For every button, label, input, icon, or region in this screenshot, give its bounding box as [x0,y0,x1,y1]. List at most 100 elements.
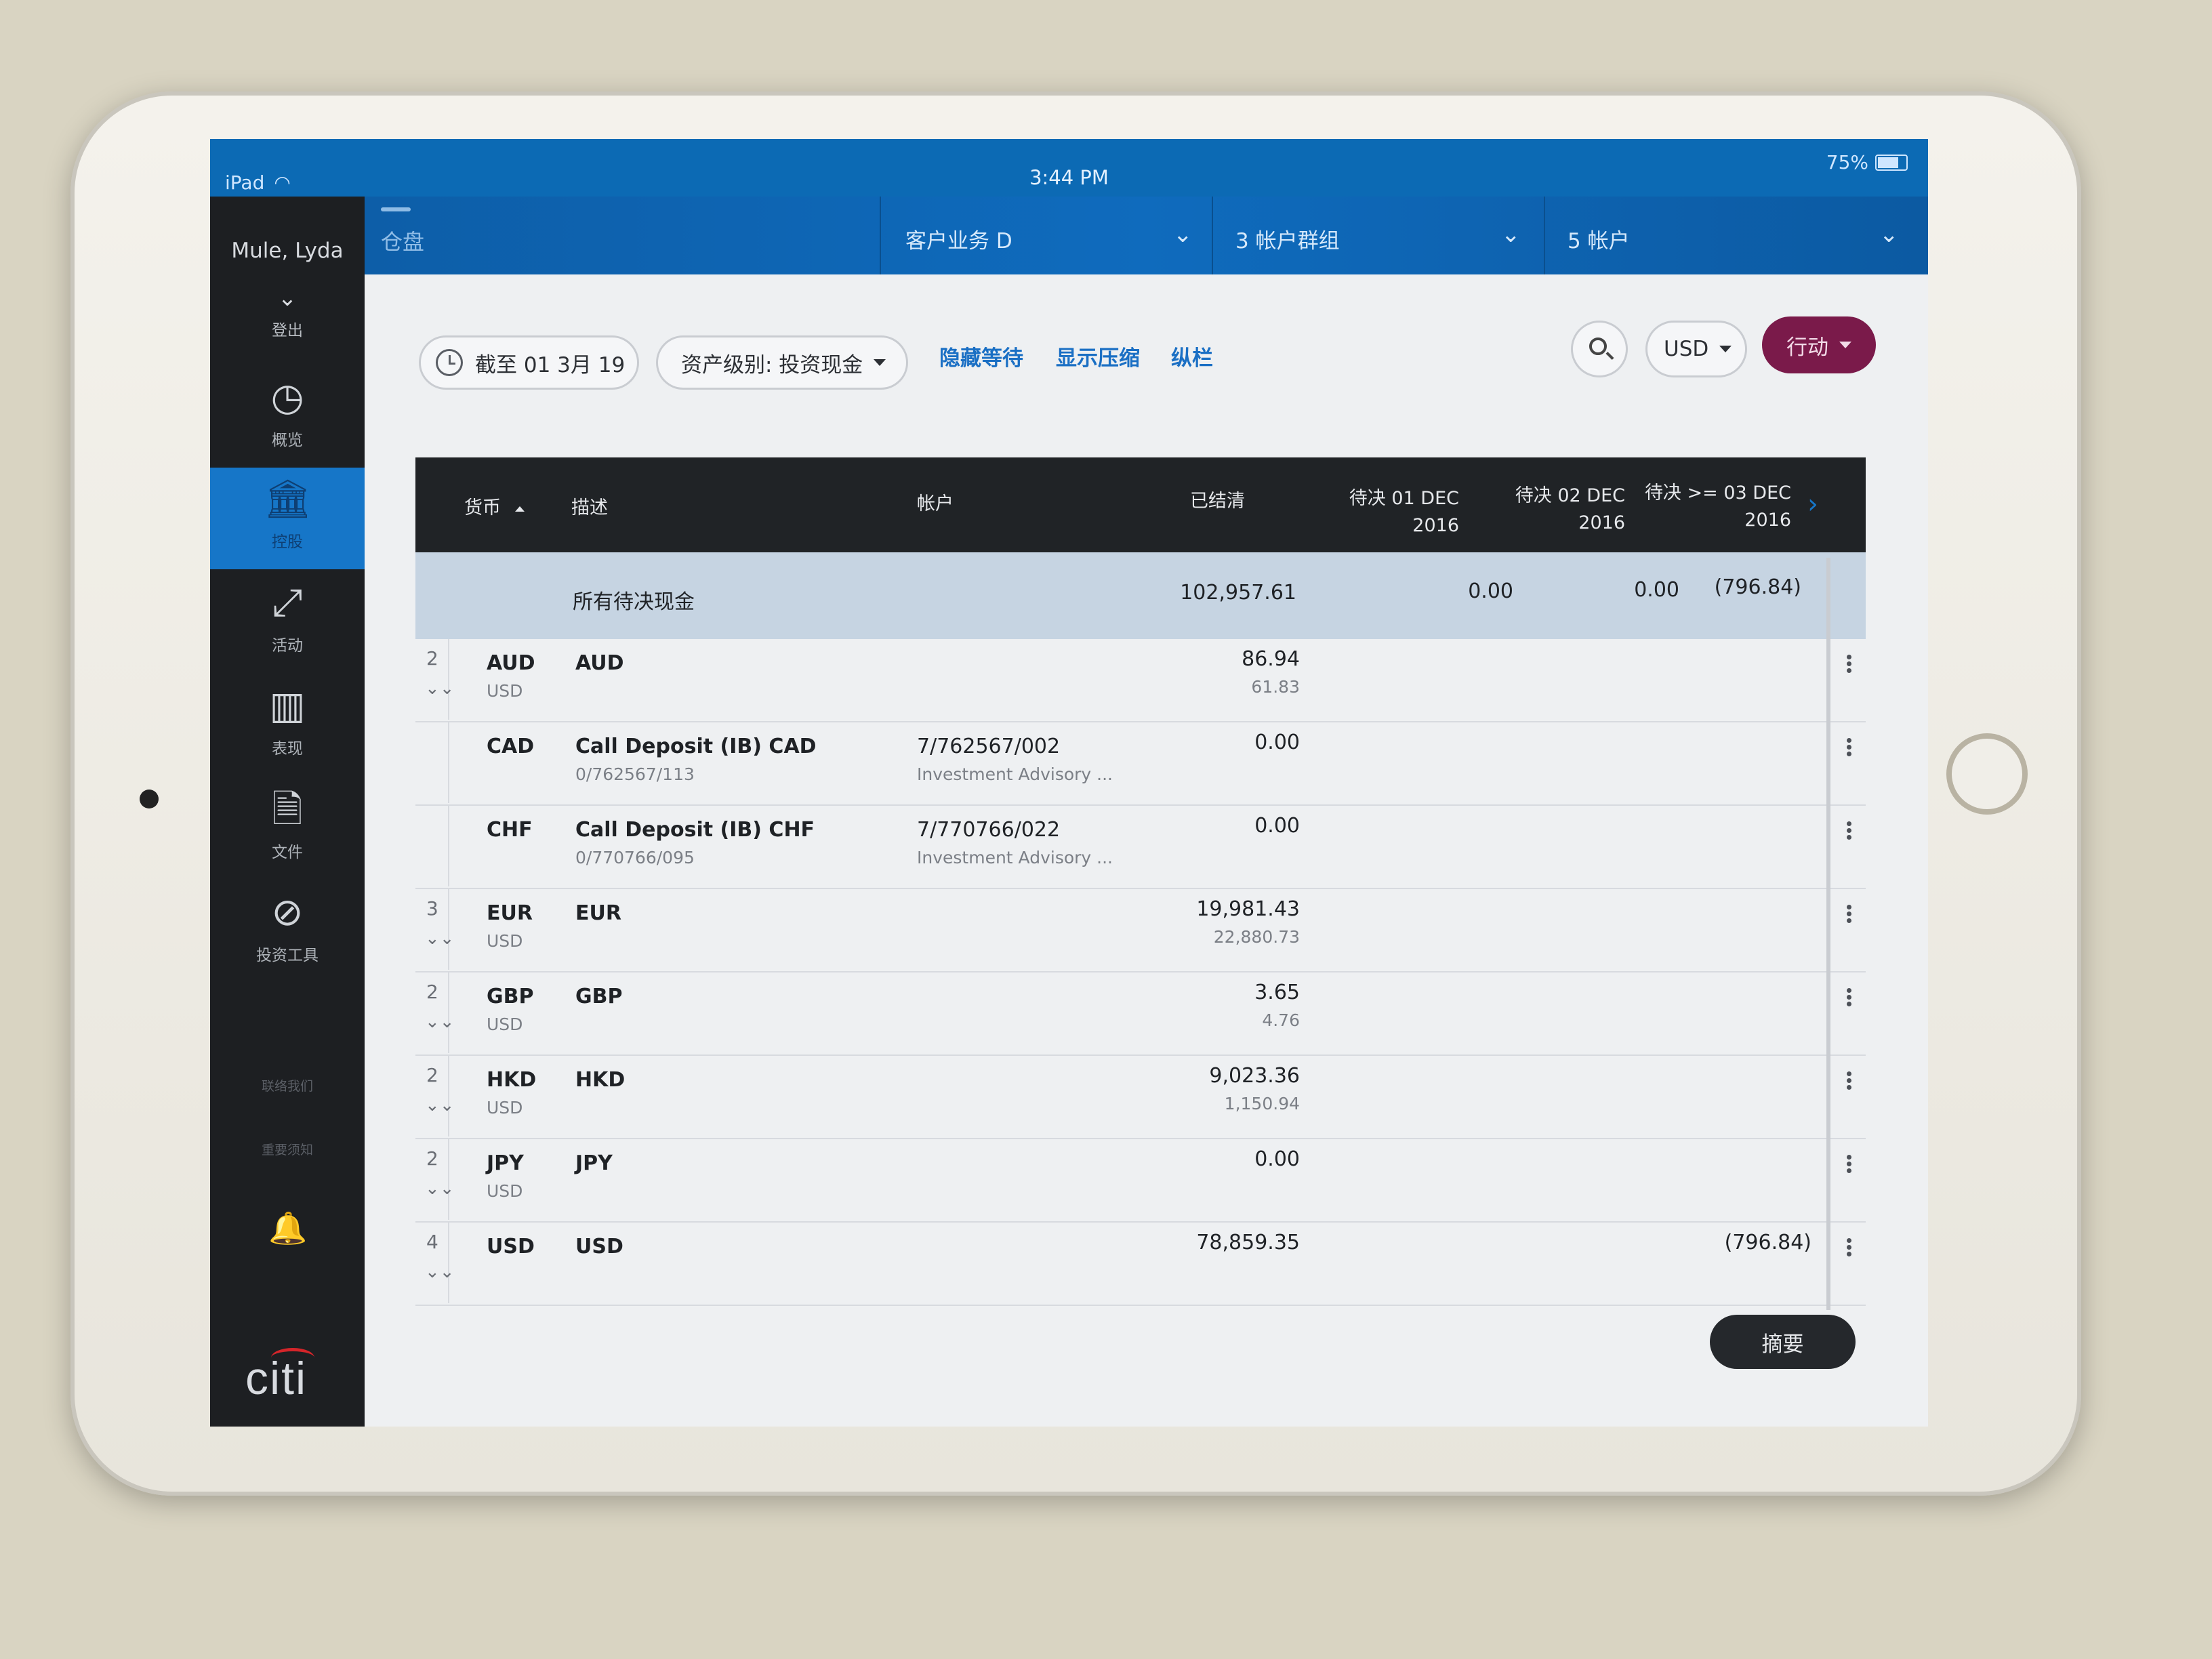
group-expander[interactable] [415,806,449,886]
show-compressed-link[interactable]: 显示压缩 [1056,341,1140,371]
wifi-icon: ◠ [274,171,291,194]
user-name[interactable]: Mule, Lyda [210,239,365,263]
more-options-icon[interactable] [1847,1153,1852,1175]
table-row[interactable]: CHF Call Deposit (IB) CHF 0/770766/095 7/77… [415,806,1866,889]
scrollbar[interactable] [1826,558,1830,1310]
contact-link[interactable]: 联络我们 [210,1076,365,1094]
compass-icon: ⊘ [271,890,304,935]
sidebar-item-label: 概览 [272,432,303,449]
drag-handle-icon[interactable] [381,207,411,211]
group-expander[interactable]: 2 ⌄⌄ [415,1056,455,1136]
search-button[interactable] [1571,321,1628,377]
double-chevron-down-icon: ⌄⌄ [425,1095,455,1115]
logo-arc [271,1348,314,1368]
more-options-icon[interactable] [1847,1069,1852,1092]
col-pending-2[interactable]: 待决 02 DEC 2016 [1476,480,1625,533]
divider [880,197,881,274]
group-dropdown[interactable]: 3 帐户群组 ⌄ [1235,221,1521,258]
page-title: 仓盘 [381,229,425,255]
col-pending-2-line2: 2016 [1578,512,1625,533]
description: GBP [575,985,623,1008]
gauge-icon: ◷ [270,375,304,419]
table-row[interactable]: 3 ⌄⌄ EUR USD EUR 19,981.43 22,880.73 [415,889,1866,972]
col-pending-1[interactable]: 待决 01 DEC 2016 [1310,483,1459,536]
hide-pending-link[interactable]: 隐藏等待 [939,341,1023,371]
chevron-down-icon: ⌄ [1173,221,1193,248]
date-picker[interactable]: 截至 01 3月 19 [419,335,639,390]
group-count: 3 [426,897,438,920]
more-options-icon[interactable] [1847,653,1852,675]
main-content: 截至 01 3月 19 资产级别: 投资现金 隐藏等待 显示压缩 纵栏 USD … [365,274,1928,1427]
currency-code: CAD [487,735,535,758]
camera [140,790,159,808]
chevron-right-icon[interactable]: › [1807,489,1818,520]
columns-link[interactable]: 纵栏 [1171,341,1213,371]
account-number[interactable]: 7/762567/002 [917,735,1060,758]
sidebar-item-holdings[interactable]: 🏛 控股 [210,468,365,569]
asset-class-label: 资产级别: 投资现金 [681,352,863,377]
bell-icon[interactable]: 🔔 [268,1210,307,1248]
group-expander[interactable] [415,722,449,803]
search-icon [1589,337,1607,355]
home-button[interactable] [1946,733,2028,815]
group-expander[interactable]: 2 ⌄⌄ [415,972,455,1053]
col-pending-3-line2: 2016 [1744,510,1791,531]
group-expander[interactable]: 2 ⌄⌄ [415,639,455,720]
more-options-icon[interactable] [1847,903,1852,925]
device-name: iPad [225,171,265,194]
group-count: 2 [426,1147,438,1170]
currency-dropdown[interactable]: USD [1645,321,1747,377]
more-options-icon[interactable] [1847,1236,1852,1258]
summary-row[interactable]: 所有待决现金 102,957.61 0.00 0.00 (796.84) [415,552,1866,639]
currency-sub: USD [487,1098,523,1118]
currency-code: AUD [487,651,535,675]
sidebar-item-activity[interactable]: ⤢ 活动 [210,571,365,673]
table-row[interactable]: 4 ⌄⌄ USD USD 78,859.35 (796.84) [415,1223,1866,1306]
group-expander[interactable]: 4 ⌄⌄ [415,1223,455,1303]
currency-sub: USD [487,1015,523,1034]
summary-button[interactable]: 摘要 [1710,1315,1856,1369]
currency-code: JPY [487,1151,524,1175]
table-row[interactable]: CAD Call Deposit (IB) CAD 0/762567/113 7/76… [415,722,1866,806]
col-currency[interactable]: 货币 [464,493,525,519]
table-row[interactable]: 2 ⌄⌄ JPY USD JPY 0.00 [415,1139,1866,1223]
settled-value: 0.00 [1254,731,1300,754]
col-description[interactable]: 描述 [571,493,608,519]
group-expander[interactable]: 3 ⌄⌄ [415,889,455,970]
col-pending-1-line1: 待决 01 DEC [1349,488,1459,509]
more-options-icon[interactable] [1847,736,1852,758]
sidebar-item-tools[interactable]: ⊘ 投资工具 [210,881,365,983]
table-row[interactable]: 2 ⌄⌄ AUD USD AUD 86.94 61.83 [415,639,1866,722]
account-name: Investment Advisory ... [917,764,1113,784]
group-count: 2 [426,647,438,670]
col-pending-3[interactable]: 待决 >= 03 DEC 2016 [1629,478,1791,531]
notice-link[interactable]: 重要须知 [210,1140,365,1158]
group-label: 3 帐户群组 [1235,229,1340,253]
double-chevron-down-icon: ⌄⌄ [425,678,455,699]
sidebar-item-label: 投资工具 [256,947,319,964]
table-body: 2 ⌄⌄ AUD USD AUD 86.94 61.83 CAD Call Deposit (I… [415,639,1866,1306]
asset-class-dropdown[interactable]: 资产级别: 投资现金 [656,335,908,390]
more-options-icon[interactable] [1847,819,1852,842]
clock: 3:44 PM [1029,166,1109,189]
table-row[interactable]: 2 ⌄⌄ GBP USD GBP 3.65 4.76 [415,972,1866,1056]
table-row[interactable]: 2 ⌄⌄ HKD USD HKD 9,023.36 1,150.94 [415,1056,1866,1139]
settled-sub-value: 1,150.94 [1224,1094,1300,1113]
more-options-icon[interactable] [1847,986,1852,1008]
group-expander[interactable]: 2 ⌄⌄ [415,1139,455,1220]
screen: iPad ◠ 3:44 PM 75% Mule, Lyda ⌄ 登出 ◷ 概览 … [210,139,1928,1427]
chevron-down-icon[interactable]: ⌄ [272,285,302,312]
col-settled[interactable]: 已结清 [1190,486,1245,512]
logout-link[interactable]: 登出 [210,317,365,340]
sidebar-item-performance[interactable]: ▥ 表现 [210,674,365,776]
double-chevron-down-icon: ⌄⌄ [425,1262,455,1282]
account-number[interactable]: 7/770766/022 [917,818,1060,842]
action-button[interactable]: 行动 [1762,316,1876,373]
sidebar-item-overview[interactable]: ◷ 概览 [210,366,365,468]
accounts-dropdown[interactable]: 5 帐户 ⌄ [1568,221,1906,258]
sidebar-item-documents[interactable]: 🗎 文件 [210,778,365,880]
sidebar-item-label: 控股 [272,533,303,551]
sidebar-item-label: 文件 [272,844,303,861]
business-dropdown[interactable]: 客户业务 D ⌄ [905,221,1197,258]
col-account[interactable]: 帐户 [917,489,954,515]
